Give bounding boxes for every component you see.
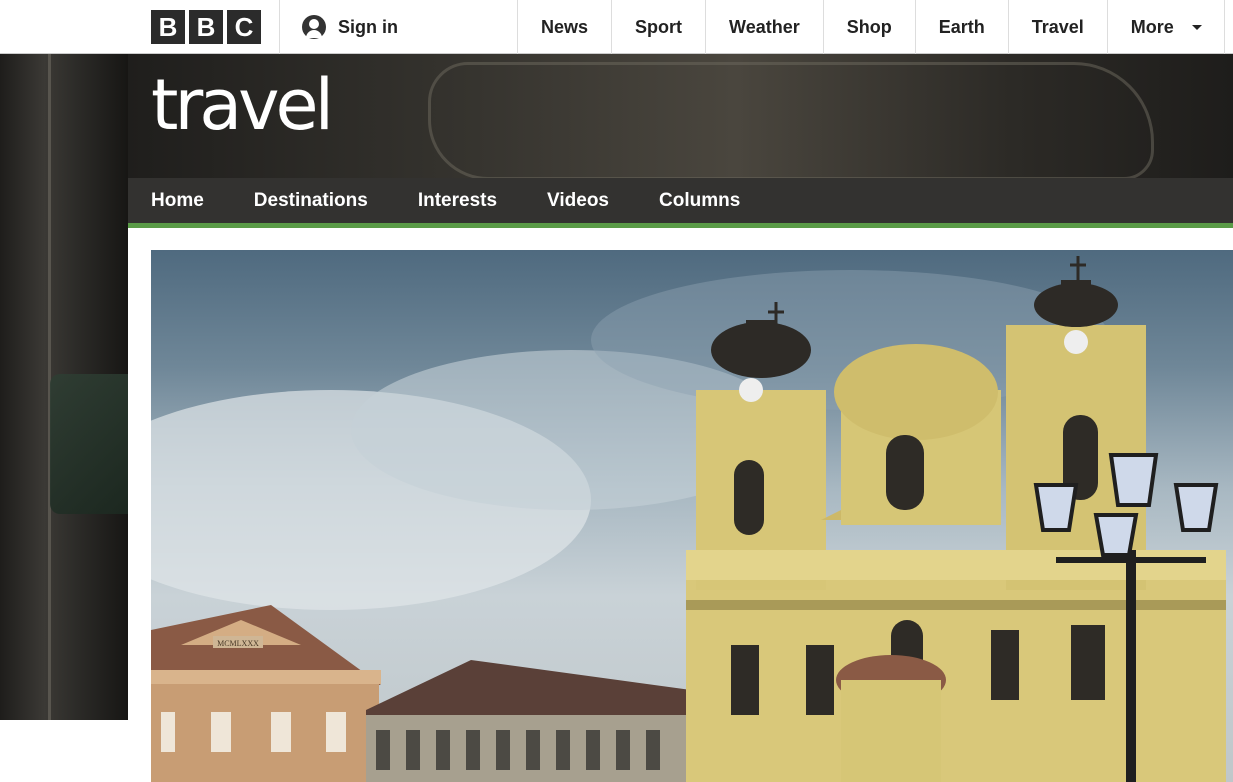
global-nav-label: Travel: [1031, 16, 1084, 37]
building-plaque-text: MCMLXXX: [217, 639, 259, 648]
global-nav-label: More: [1130, 16, 1174, 37]
hero-illustration: MCMLXXX: [151, 256, 1226, 782]
divider: [279, 0, 280, 54]
tab-destinations[interactable]: Destinations: [254, 178, 368, 223]
global-nav-label: Shop: [846, 16, 892, 37]
tab-columns[interactable]: Columns: [659, 178, 740, 223]
global-nav-shop[interactable]: Shop: [822, 0, 915, 54]
tab-videos[interactable]: Videos: [547, 178, 609, 223]
global-nav-travel[interactable]: Travel: [1007, 0, 1107, 54]
user-avatar-icon: [302, 15, 326, 39]
travel-wordmark[interactable]: travel: [151, 66, 334, 144]
global-nav-earth[interactable]: Earth: [914, 0, 1008, 54]
bbc-logo-letter: B: [151, 10, 185, 44]
tab-interests[interactable]: Interests: [418, 178, 497, 223]
global-nav-weather[interactable]: Weather: [705, 0, 823, 54]
background-map-left: [0, 54, 128, 720]
map-cartouche-decoration: [428, 62, 1154, 178]
global-nav-label: Earth: [938, 16, 985, 37]
bbc-logo[interactable]: B B C: [151, 10, 261, 44]
global-nav-more[interactable]: More: [1106, 0, 1225, 54]
bbc-logo-letter: B: [189, 10, 223, 44]
section-nav: Home Destinations Interests Videos Colum…: [128, 178, 1233, 228]
global-nav-label: Weather: [729, 16, 800, 37]
bbc-global-bar: B B C Sign in News Sport Weather Shop Ea…: [0, 0, 1233, 54]
hero-image[interactable]: MCMLXXX: [151, 250, 1233, 782]
tab-home[interactable]: Home: [151, 178, 204, 223]
map-green-region: [50, 374, 128, 514]
section-nav-accent-line: [128, 223, 1233, 228]
chevron-down-icon: [1191, 24, 1202, 30]
global-nav: News Sport Weather Shop Earth Travel Mor…: [517, 0, 1225, 54]
sign-in-label: Sign in: [338, 16, 398, 37]
global-nav-sport[interactable]: Sport: [611, 0, 705, 54]
global-nav-label: Sport: [635, 16, 683, 37]
global-nav-news[interactable]: News: [517, 0, 611, 54]
global-nav-label: News: [541, 16, 589, 37]
bbc-logo-letter: C: [227, 10, 261, 44]
sign-in-link[interactable]: Sign in: [302, 15, 398, 39]
section-tabs: Home Destinations Interests Videos Colum…: [151, 178, 790, 223]
